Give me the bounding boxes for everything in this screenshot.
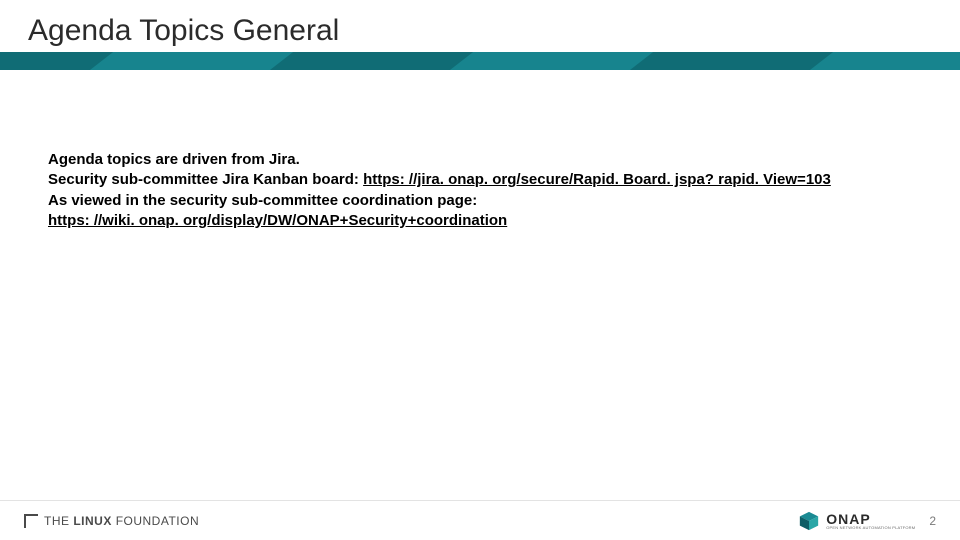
body-line-2: Security sub-committee Jira Kanban board… [48,170,912,190]
slide-title: Agenda Topics General [28,14,339,48]
footer-right: ONAP OPEN NETWORK AUTOMATION PLATFORM 2 [798,510,936,532]
wiki-coordination-link[interactable]: https: //wiki. onap. org/display/DW/ONAP… [48,212,507,229]
slide-body: Agenda topics are driven from Jira. Secu… [48,150,912,231]
lf-linux: LINUX [73,514,112,528]
body-line-4: https: //wiki. onap. org/display/DW/ONAP… [48,211,912,231]
lf-square-icon [24,514,38,528]
onap-name: ONAP [826,512,915,526]
page-number: 2 [929,514,936,528]
jira-board-link[interactable]: https: //jira. onap. org/secure/Rapid. B… [363,171,831,188]
onap-tagline: OPEN NETWORK AUTOMATION PLATFORM [826,526,915,530]
onap-text: ONAP OPEN NETWORK AUTOMATION PLATFORM [826,512,915,530]
lf-foundation: FOUNDATION [116,514,199,528]
body-line-1: Agenda topics are driven from Jira. [48,150,912,170]
body-line-2-prefix: Security sub-committee Jira Kanban board… [48,171,363,188]
onap-logo: ONAP OPEN NETWORK AUTOMATION PLATFORM [798,510,915,532]
footer: THE LINUX FOUNDATION ONAP OPEN NETWORK A… [0,500,960,540]
linux-foundation-logo: THE LINUX FOUNDATION [24,514,199,528]
onap-cube-icon [798,510,820,532]
body-line-3: As viewed in the security sub-committee … [48,191,912,211]
lf-the: THE [44,514,70,528]
lf-text: THE LINUX FOUNDATION [44,514,199,528]
